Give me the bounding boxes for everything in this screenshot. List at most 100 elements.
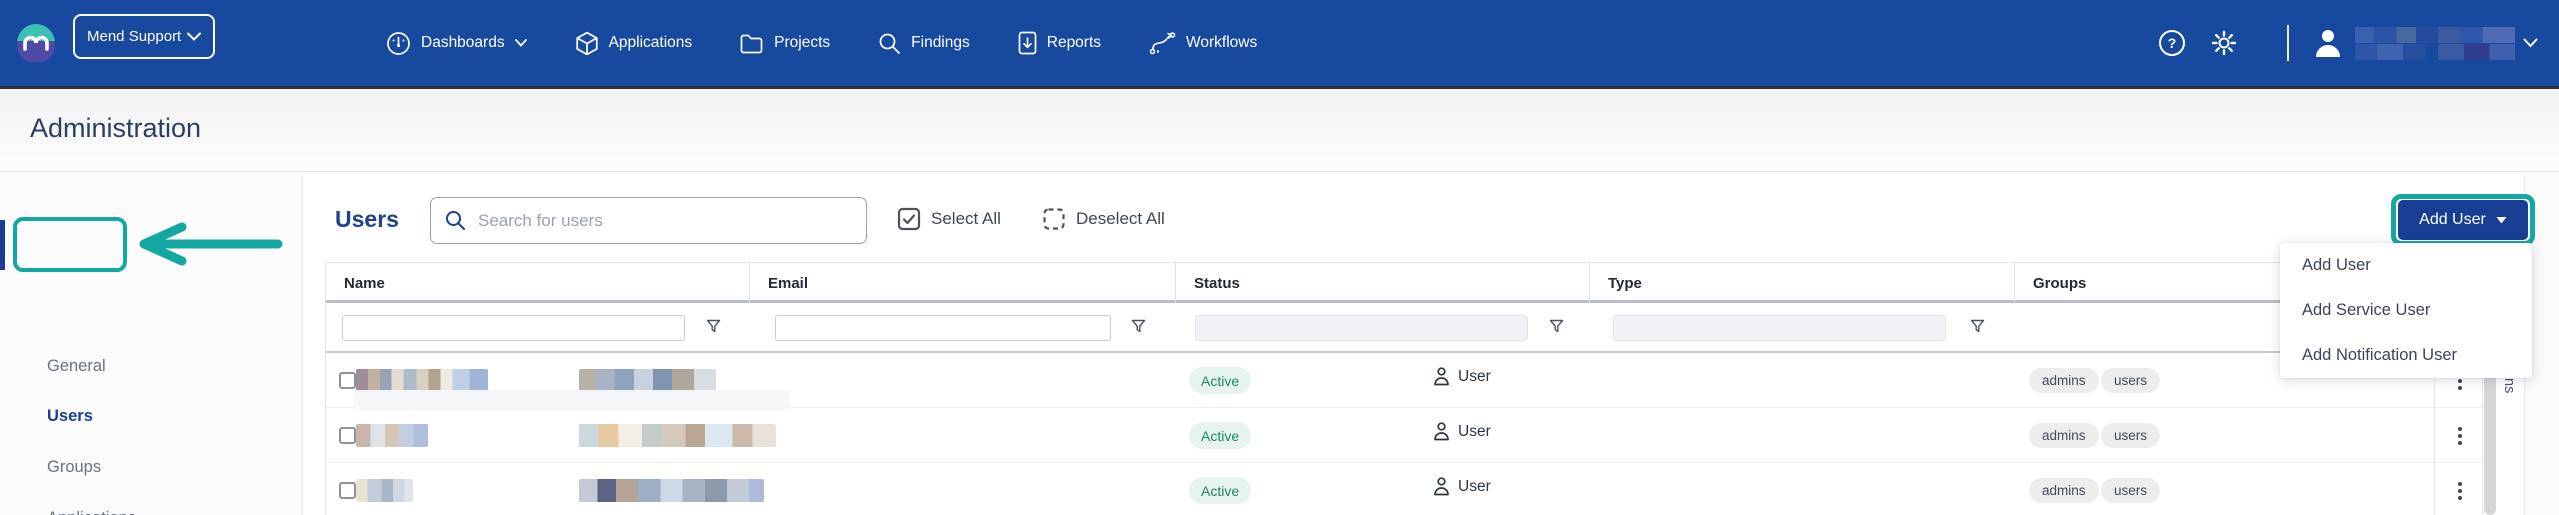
email-filter-funnel-icon[interactable]: [1129, 319, 1147, 337]
nav-item-reports[interactable]: Reports: [1018, 31, 1101, 55]
user-type-icon: [1433, 477, 1450, 496]
gear-icon: [2210, 29, 2238, 57]
nav-item-workflows[interactable]: Workflows: [1149, 31, 1257, 55]
username-redacted: [2355, 27, 2515, 60]
status-filter-funnel-icon[interactable]: [1547, 319, 1565, 337]
sidebar-item-groups[interactable]: Groups: [47, 458, 101, 477]
settings-button[interactable]: [2209, 28, 2239, 58]
avatar-icon: [2311, 26, 2345, 60]
nav-item-findings[interactable]: Findings: [878, 32, 970, 55]
type-filter-funnel-icon[interactable]: [1968, 319, 1986, 337]
select-all-button[interactable]: Select All: [897, 207, 1001, 231]
group-badge: users: [2101, 478, 2160, 503]
row-menu-button[interactable]: [2454, 423, 2466, 449]
menu-item-add-user[interactable]: Add User: [2280, 243, 2532, 288]
sidebar-item-users[interactable]: Users: [47, 407, 93, 426]
group-badge: admins: [2029, 478, 2099, 503]
type-cell: User: [1433, 477, 1491, 496]
magnifier-icon: [878, 32, 901, 55]
row-checkbox[interactable]: [339, 482, 356, 499]
row-checkbox[interactable]: [339, 427, 356, 444]
blurred-tooltip-overlay: [353, 390, 790, 411]
group-badge: admins: [2029, 368, 2099, 393]
status-filter-input[interactable]: [1195, 315, 1528, 341]
dashed-square-icon: [1042, 207, 1066, 231]
annotation-arrow-icon: [132, 222, 284, 266]
table-row: Active User admins users: [326, 408, 2482, 463]
column-header-name[interactable]: Name: [326, 263, 749, 303]
org-selector-value: Mend Support: [87, 28, 187, 45]
workflow-icon: [1149, 31, 1176, 55]
user-search-box: [430, 197, 867, 244]
row-actions: [2434, 463, 2484, 515]
group-badge: admins: [2029, 423, 2099, 448]
folder-icon: [740, 33, 764, 54]
column-header-email[interactable]: Email: [749, 263, 1175, 303]
row-checkbox[interactable]: [339, 372, 356, 389]
sidebar-item-general[interactable]: General: [47, 357, 106, 376]
email-redacted: [579, 424, 776, 447]
menu-item-add-notification-user[interactable]: Add Notification User: [2280, 333, 2532, 378]
nav-label: Reports: [1047, 34, 1101, 52]
type-cell: User: [1433, 422, 1491, 441]
name-filter-input[interactable]: [342, 315, 685, 341]
help-button[interactable]: ?: [2157, 28, 2187, 58]
table-header-row: Name Email Status Type Groups: [326, 263, 2482, 303]
search-icon: [445, 210, 466, 231]
email-redacted: [579, 369, 716, 392]
table-row: Active User admins users: [326, 463, 2482, 515]
nav-item-dashboards[interactable]: Dashboards: [386, 31, 527, 56]
checked-checkbox-icon: [897, 207, 921, 231]
add-user-label: Add User: [2419, 211, 2486, 229]
select-all-label: Select All: [931, 209, 1001, 229]
svg-text:?: ?: [2168, 35, 2177, 51]
deselect-all-label: Deselect All: [1076, 209, 1165, 229]
search-input[interactable]: [478, 211, 852, 231]
name-redacted: [356, 369, 488, 392]
chevron-down-icon: [187, 32, 201, 41]
users-table: Name Email Status Type Groups: [325, 262, 2483, 515]
name-redacted: [356, 479, 413, 502]
name-redacted: [356, 424, 428, 447]
status-badge: Active: [1189, 477, 1251, 504]
nav-label: Applications: [609, 34, 693, 52]
type-filter-input[interactable]: [1613, 315, 1946, 341]
navbar-divider: [2287, 25, 2289, 61]
mend-logo-icon[interactable]: [17, 24, 55, 62]
nav-label: Findings: [911, 34, 970, 52]
nav-label: Dashboards: [421, 34, 505, 52]
type-label: User: [1458, 478, 1491, 496]
email-redacted: [579, 479, 764, 502]
type-cell: User: [1433, 367, 1491, 386]
nav-label: Projects: [774, 34, 830, 52]
menu-item-add-service-user[interactable]: Add Service User: [2280, 288, 2532, 333]
sidebar-item-applications[interactable]: Applications: [47, 509, 136, 515]
nav-item-projects[interactable]: Projects: [740, 33, 830, 54]
name-filter-funnel-icon[interactable]: [704, 319, 722, 337]
type-label: User: [1458, 368, 1491, 386]
column-header-type[interactable]: Type: [1589, 263, 2014, 303]
user-type-icon: [1433, 367, 1450, 386]
report-document-icon: [1018, 31, 1037, 55]
group-badge: users: [2101, 368, 2160, 393]
deselect-all-button[interactable]: Deselect All: [1042, 207, 1165, 231]
chevron-down-icon: [515, 39, 527, 47]
add-user-dropdown-menu: Add User Add Service User Add Notificati…: [2280, 243, 2532, 378]
group-badge: users: [2101, 423, 2160, 448]
dashboard-gauge-icon: [386, 31, 411, 56]
email-filter-input[interactable]: [775, 315, 1111, 341]
row-menu-button[interactable]: [2454, 478, 2466, 504]
add-user-button[interactable]: Add User: [2398, 200, 2528, 240]
nav-item-applications[interactable]: Applications: [575, 31, 693, 56]
columns-panel-tab[interactable]: ns: [2501, 378, 2517, 393]
active-item-indicator: [0, 220, 5, 270]
type-label: User: [1458, 423, 1491, 441]
user-type-icon: [1433, 422, 1450, 441]
table-filter-row: [326, 303, 2482, 353]
org-selector[interactable]: Mend Support: [73, 14, 215, 59]
page-title: Administration: [30, 113, 201, 144]
column-header-status[interactable]: Status: [1175, 263, 1589, 303]
caret-down-icon: [2496, 216, 2507, 224]
chevron-down-icon[interactable]: [2523, 38, 2538, 48]
page-header: Administration: [0, 89, 2559, 172]
